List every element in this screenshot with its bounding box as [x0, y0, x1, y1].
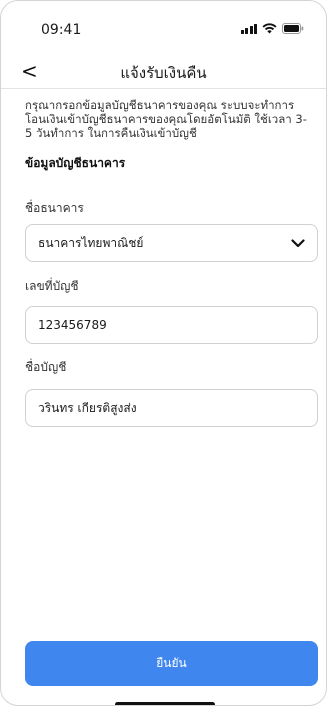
content: กรุณากรอกข้อมูลบัญชีธนาคารของคุณ ระบบจะท…	[25, 98, 310, 173]
confirm-button[interactable]: ยืนยัน	[25, 641, 318, 686]
bank-select[interactable]: ธนาคารไทยพาณิชย์	[25, 224, 318, 262]
page-title: แจ้งรับเงินคืน	[120, 64, 207, 82]
phone-frame: 09:41 < แจ้งรับเงินคืน กรุณากรอกข้อมูลบั…	[0, 0, 327, 706]
wifi-icon	[262, 23, 277, 34]
account-number-input[interactable]: 123456789	[25, 306, 318, 344]
header-divider	[1, 88, 326, 89]
account-number-label: เลขที่บัญชี	[25, 279, 79, 293]
status-bar: 09:41	[1, 1, 326, 51]
status-time: 09:41	[41, 22, 82, 38]
status-icons	[240, 23, 305, 34]
section-title: ข้อมูลบัญชีธนาคาร	[25, 156, 126, 170]
account-name-label: ชื่อบัญชี	[25, 360, 67, 374]
bank-select-value: ธนาคารไทยพาณิชย์	[38, 235, 144, 250]
home-indicator	[115, 702, 215, 705]
chevron-down-icon	[291, 238, 305, 248]
cellular-signal-icon	[240, 23, 257, 34]
battery-icon	[282, 23, 304, 34]
account-name-input[interactable]: วรินทร เกียรติสูงส่ง	[25, 389, 318, 427]
instructions-text: กรุณากรอกข้อมูลบัญชีธนาคารของคุณ ระบบจะท…	[25, 98, 307, 140]
bank-name-label: ชื่อธนาคาร	[25, 201, 84, 215]
nav-bar: < แจ้งรับเงินคืน	[1, 57, 326, 87]
